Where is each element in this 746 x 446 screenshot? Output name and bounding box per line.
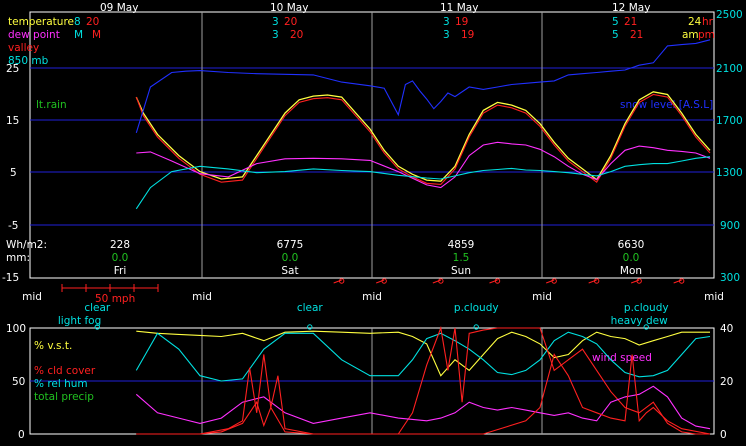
wind-speed-label: wind speed: [592, 352, 652, 364]
day-temp-lo-alt: 3: [272, 29, 279, 41]
day-temp-hi: 19: [455, 16, 468, 28]
y-right-tick-900: 900: [720, 220, 740, 232]
x-label-mid: mid: [362, 291, 382, 303]
x-label-mid: mid: [704, 291, 724, 303]
bottom-y-right-tick-20: 20: [720, 376, 733, 388]
day-temp-hi: 20: [86, 16, 99, 28]
x-label-mid: mid: [192, 291, 212, 303]
sky-condition-label: p.cloudy: [624, 302, 669, 314]
daily-wh-value: 6630: [618, 239, 645, 251]
bottom-y-tick-100: 100: [6, 323, 26, 335]
daily-weekday: Fri: [114, 265, 127, 277]
legend-temperature: temperature: [8, 16, 74, 28]
daily-wh-value: 6775: [277, 239, 304, 251]
sky-condition-label: clear: [84, 302, 111, 314]
day-temp-hi: 21: [624, 16, 637, 28]
sky-condition-label: p.cloudy: [454, 302, 499, 314]
y-right-tick-300: 300: [720, 272, 740, 284]
y-right-tick-1300: 1300: [716, 167, 743, 179]
x-label-mid: mid: [22, 291, 42, 303]
mm-row-label: mm:: [6, 252, 30, 264]
day-temp-hi-alt: M: [92, 29, 101, 41]
legend-total-precip: total precip: [34, 391, 94, 403]
legend-rel-hum: % rel hum: [34, 378, 88, 390]
y-right-tick-1700: 1700: [716, 115, 743, 127]
bottom-y-right-tick-0: 0: [720, 429, 727, 441]
series-dew-point-line: [136, 141, 711, 189]
daily-wh-value: 228: [110, 239, 130, 251]
day-temp-lo: 3: [272, 16, 279, 28]
day-temp-lo-alt: 3: [443, 29, 450, 41]
day-temp-hi-alt: 19: [461, 29, 474, 41]
y-right-tick-2100: 2100: [716, 63, 743, 75]
bottom-y-right-tick-40: 40: [720, 323, 733, 335]
bottom-series-total-precip-line: [135, 385, 711, 430]
top-series-group: [135, 39, 711, 210]
daily-mm-value: 0.0: [623, 252, 640, 264]
pm-label[interactable]: pm: [698, 29, 715, 41]
y-tick-5: 5: [10, 167, 17, 179]
y-tick-neg5: -5: [8, 220, 18, 232]
y-tick-15: 15: [6, 115, 19, 127]
daily-mm-value: 0.0: [112, 252, 129, 264]
y-right-tick-2500: 2500: [716, 9, 743, 21]
day-temp-lo-alt: M: [74, 29, 83, 41]
forecast-chart-svg: 09 May 10 May 11 May 12 May 25 15 5 -5 -…: [2, 2, 743, 441]
y-tick-neg15: -15: [2, 272, 19, 284]
date-label-1: 09 May: [100, 2, 138, 14]
wind-barbs: [333, 278, 685, 284]
legend-lt-rain: lt.rain: [36, 99, 67, 111]
day-temp-lo: 3: [443, 16, 450, 28]
daily-weekday: Sat: [281, 265, 298, 277]
day-temp-hi-alt: 21: [630, 29, 643, 41]
date-label-2: 10 May: [270, 2, 308, 14]
legend-dew-point: dew point: [8, 29, 60, 41]
bottom-y-tick-50: 50: [12, 376, 25, 388]
x-label-mid: mid: [532, 291, 552, 303]
bottom-y-tick-0: 0: [18, 429, 25, 441]
hr24-label[interactable]: 24: [688, 16, 702, 28]
daily-wh-value: 4859: [448, 239, 475, 251]
top-panel-grid: [29, 11, 715, 279]
day-temp-lo: 8: [74, 16, 81, 28]
day-temp-lo: 5: [612, 16, 619, 28]
series-snow-level-line: [135, 39, 711, 134]
legend-cld-cover: % cld cover: [34, 365, 96, 377]
sky-labels-group: clearclearp.cloudyp.cloudyclearlight fog…: [58, 302, 669, 330]
bottom-series-wind-speed-line: [136, 353, 711, 435]
sky-condition-marker: [473, 324, 479, 330]
day-temps-group: 8 20M M3 203 203 193 195 215 21: [74, 16, 643, 41]
sky-sub-label: heavy dew: [611, 315, 668, 327]
day-temp-lo-alt: 5: [612, 29, 619, 41]
am-label[interactable]: am: [682, 29, 699, 41]
sky-condition-marker: [307, 324, 313, 330]
wh-row-label: Wh/m2:: [6, 239, 47, 251]
daily-mm-value: 1.5: [453, 252, 470, 264]
legend-vst: % v.s.t.: [34, 340, 72, 352]
date-label-4: 12 May: [612, 2, 650, 14]
hr-label[interactable]: hr: [702, 16, 714, 28]
daily-stats-group: 2280.0Fri67750.0Sat48591.5Sun66300.0Mon: [110, 239, 644, 277]
legend-850mb: 850 mb: [8, 55, 49, 67]
daily-weekday: Sun: [451, 265, 471, 277]
forecast-chart-root: 09 May 10 May 11 May 12 May 25 15 5 -5 -…: [0, 0, 746, 446]
day-temp-hi: 20: [284, 16, 297, 28]
day-temp-hi-alt: 20: [290, 29, 303, 41]
sky-condition-label: clear: [297, 302, 324, 314]
legend-valley: valley: [8, 42, 39, 54]
daily-weekday: Mon: [620, 265, 642, 277]
sky-sub-label: light fog: [58, 315, 101, 327]
date-label-3: 11 May: [440, 2, 478, 14]
daily-mm-value: 0.0: [282, 252, 299, 264]
